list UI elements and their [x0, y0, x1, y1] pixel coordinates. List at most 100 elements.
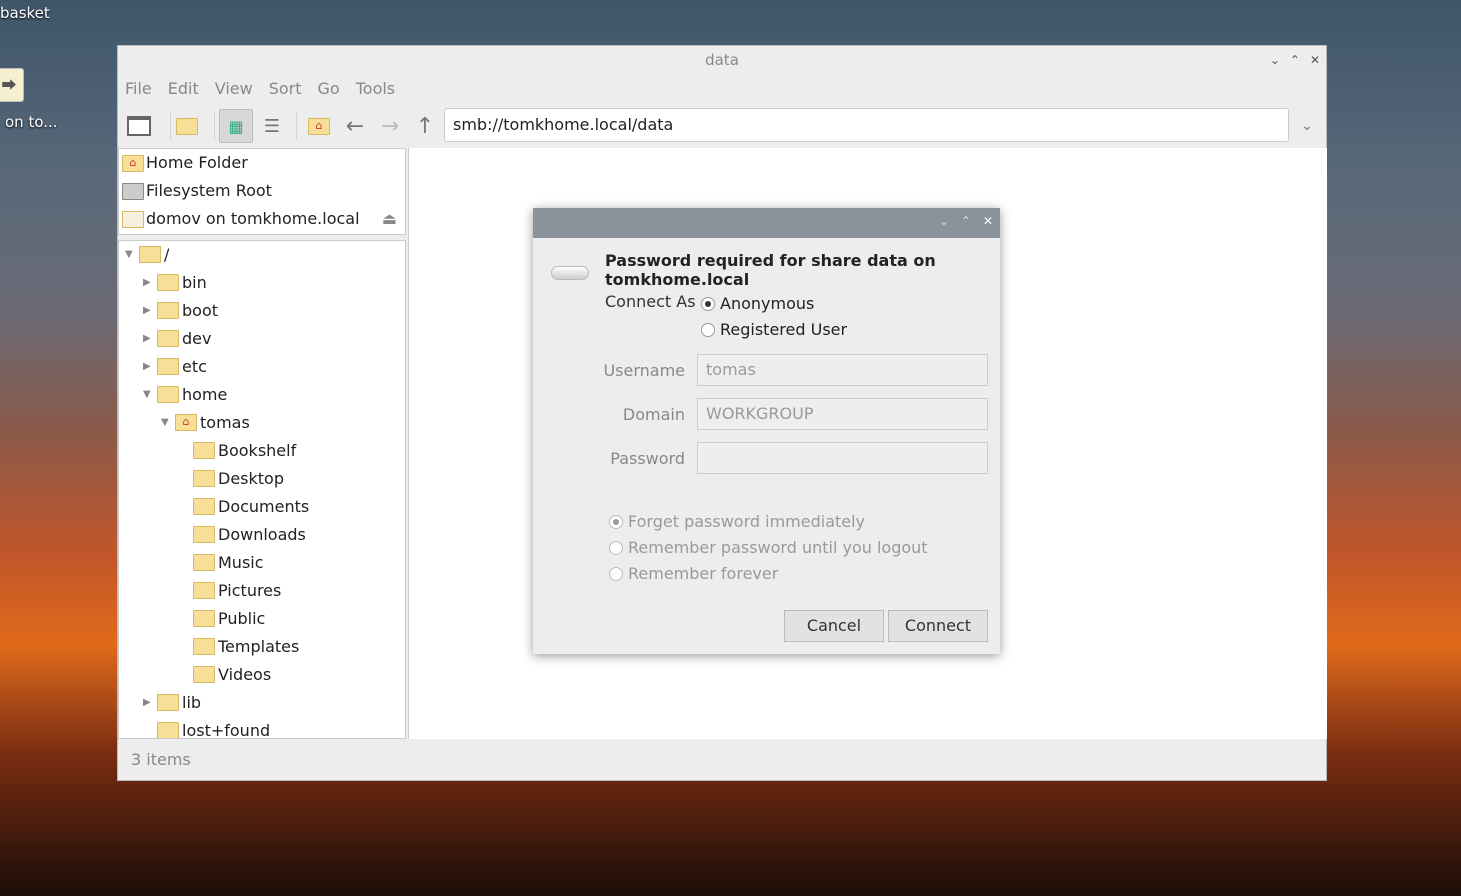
expand-arrow-icon[interactable]: ▶ [143, 269, 151, 297]
option-label: Forget password immediately [628, 512, 866, 531]
domain-label: Domain [622, 405, 685, 424]
tree-item-label: Public [218, 609, 266, 628]
tree-item-label: / [164, 245, 170, 264]
tree-item[interactable]: ▼ ⌂ tomas [119, 409, 405, 437]
home-icon[interactable]: ⌂ [303, 109, 337, 143]
tree-item-label: home [182, 385, 228, 404]
tree-item-label: bin [182, 273, 207, 292]
folder-icon [193, 442, 215, 459]
radio-anonymous[interactable]: Anonymous [701, 294, 814, 313]
tree-item-label: Desktop [218, 469, 284, 488]
tree-item[interactable]: ▼ / [119, 241, 405, 269]
folder-icon [157, 694, 179, 711]
minimize-button[interactable]: ⌄ [1270, 46, 1280, 74]
tree-item[interactable]: ▶ etc [119, 353, 405, 381]
desktop-item-label[interactable]: basket [0, 4, 50, 22]
folder-icon [193, 666, 215, 683]
tree-item-label: Pictures [218, 581, 282, 600]
tree-item-label: Bookshelf [218, 441, 297, 460]
tree-item-label: dev [182, 329, 212, 348]
directory-tree: ▼ / ▶ bin ▶ boot ▶ dev ▶ etc ▼ home ▼ ⌂ tomas Bookshelf… [118, 240, 406, 739]
tree-item[interactable]: Music [119, 549, 405, 577]
folder-icon [193, 582, 215, 599]
close-button[interactable]: ✕ [1310, 46, 1320, 74]
desktop-item-label[interactable]: on to... [5, 113, 58, 131]
tree-item[interactable]: Pictures [119, 577, 405, 605]
place-home-folder[interactable]: ⌂ Home Folder [119, 149, 405, 177]
list-view-icon[interactable]: ☰ [255, 109, 289, 143]
radio-registered-user[interactable]: Registered User [701, 320, 847, 339]
place-filesystem-root[interactable]: Filesystem Root [119, 177, 405, 205]
folder-icon [193, 638, 215, 655]
dialog-maximize-button[interactable]: ⌃ [961, 214, 971, 228]
collapse-arrow-icon[interactable]: ▼ [143, 381, 151, 409]
address-history-dropdown[interactable]: ⌄ [1290, 109, 1324, 143]
tree-item-label: Videos [218, 665, 272, 684]
place-label: Filesystem Root [146, 181, 272, 200]
menu-tools[interactable]: Tools [356, 79, 395, 98]
up-icon[interactable]: ↑ [408, 109, 442, 143]
tree-item[interactable]: ▶ lib [119, 689, 405, 717]
desktop-network-icon[interactable]: ⮕ [0, 68, 24, 102]
folder-icon [157, 358, 179, 375]
menu-go[interactable]: Go [318, 79, 340, 98]
places-pane: ⌂ Home Folder Filesystem Root domov on to… [118, 148, 406, 235]
connect-as-label: Connect As [605, 292, 696, 311]
tree-item[interactable]: Videos [119, 661, 405, 689]
radio-remember-forever[interactable]: Remember forever [609, 564, 778, 583]
forward-icon[interactable]: → [373, 109, 407, 143]
tree-item[interactable]: Templates [119, 633, 405, 661]
tree-item[interactable]: lost+found [119, 717, 405, 738]
tree-item[interactable]: Downloads [119, 521, 405, 549]
dialog-minimize-button[interactable]: ⌄ [939, 214, 949, 228]
folder-icon [157, 302, 179, 319]
menu-edit[interactable]: Edit [168, 79, 199, 98]
tree-item[interactable]: ▶ dev [119, 325, 405, 353]
tree-item[interactable]: Documents [119, 493, 405, 521]
menu-sort[interactable]: Sort [269, 79, 302, 98]
cancel-button[interactable]: Cancel [784, 610, 884, 642]
eject-icon[interactable]: ⏏ [382, 205, 397, 233]
tree-item[interactable]: Desktop [119, 465, 405, 493]
folder-icon [193, 470, 215, 487]
folder-icon [157, 274, 179, 291]
tree-item[interactable]: ▶ boot [119, 297, 405, 325]
place-label: domov on tomkhome.local [146, 209, 360, 228]
icon-view-icon[interactable]: ▦ [219, 109, 253, 143]
menu-view[interactable]: View [215, 79, 253, 98]
username-field[interactable]: tomas [697, 354, 988, 386]
dialog-heading: Password required for share data on tomk… [605, 251, 936, 289]
tree-item[interactable]: ▼ home [119, 381, 405, 409]
back-icon[interactable]: ← [338, 109, 372, 143]
tree-item[interactable]: Public [119, 605, 405, 633]
new-window-icon[interactable] [122, 109, 156, 143]
home-folder-icon: ⌂ [122, 155, 144, 172]
connect-button[interactable]: Connect [888, 610, 988, 642]
expand-arrow-icon[interactable]: ▶ [143, 325, 151, 353]
option-label: Remember password until you logout [628, 538, 928, 557]
tree-item[interactable]: Bookshelf [119, 437, 405, 465]
collapse-arrow-icon[interactable]: ▼ [161, 409, 169, 437]
tree-item-label: Downloads [218, 525, 306, 544]
collapse-arrow-icon[interactable]: ▼ [125, 241, 133, 269]
password-field[interactable] [697, 442, 988, 474]
tree-item-label: Templates [218, 637, 300, 656]
option-label: Registered User [720, 320, 848, 339]
tree-item-label: Documents [218, 497, 310, 516]
expand-arrow-icon[interactable]: ▶ [143, 353, 151, 381]
tree-item[interactable]: ▶ bin [119, 269, 405, 297]
menu-file[interactable]: File [125, 79, 152, 98]
place-network-share[interactable]: domov on tomkhome.local ⏏ [119, 205, 405, 233]
radio-remember-until-logout[interactable]: Remember password until you logout [609, 538, 928, 557]
folder-icon [157, 722, 179, 738]
maximize-button[interactable]: ⌃ [1290, 46, 1300, 74]
expand-arrow-icon[interactable]: ▶ [143, 297, 151, 325]
folder-icon [139, 246, 161, 263]
address-bar[interactable]: smb://tomkhome.local/data [444, 108, 1289, 142]
radio-forget-password[interactable]: Forget password immediately [609, 512, 865, 531]
dialog-close-button[interactable]: ✕ [983, 214, 993, 228]
expand-arrow-icon[interactable]: ▶ [143, 689, 151, 717]
new-folder-icon[interactable] [171, 109, 205, 143]
domain-field[interactable]: WORKGROUP [697, 398, 988, 430]
tree-item-label: etc [182, 357, 207, 376]
